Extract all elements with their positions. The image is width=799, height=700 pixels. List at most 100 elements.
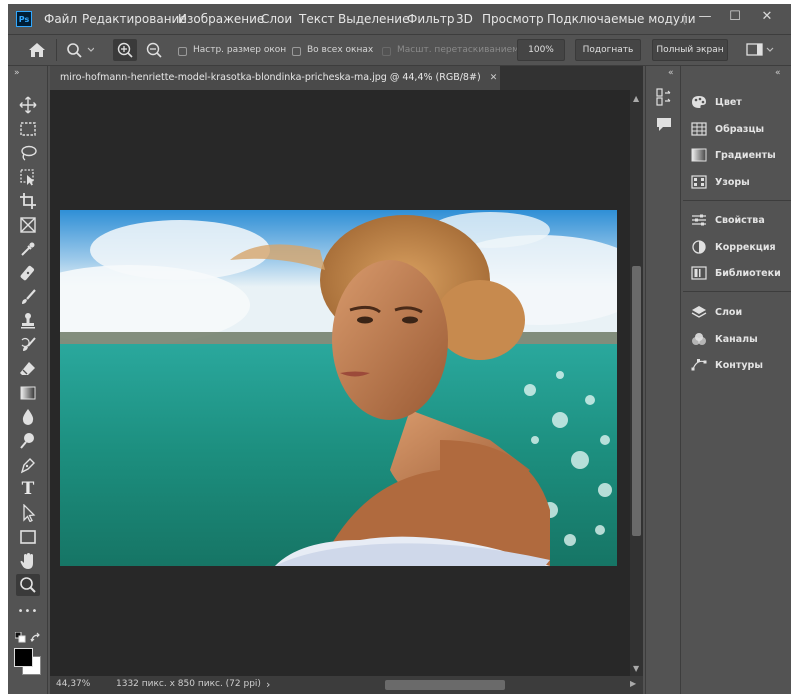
horizontal-scroll-thumb[interactable] (385, 680, 505, 690)
eraser-icon[interactable] (16, 358, 40, 380)
menu-select[interactable]: Выделение (338, 12, 409, 26)
toolbar-collapse-icon[interactable]: » (14, 68, 19, 78)
scroll-up-icon[interactable]: ▲ (633, 94, 639, 103)
crop-icon[interactable] (16, 190, 40, 212)
menu-type[interactable]: Текст (299, 12, 335, 26)
iconstrip-collapse-icon[interactable]: « (668, 68, 673, 78)
default-colors-icon[interactable] (14, 631, 27, 647)
workspace-icon[interactable] (746, 43, 774, 60)
resize-windows-checkbox[interactable] (178, 47, 187, 56)
vertical-scroll-thumb[interactable] (632, 266, 641, 536)
zoom-tool-preset-icon[interactable] (66, 42, 95, 61)
menu-edit[interactable]: Редактирование (82, 12, 187, 26)
panel-collapse-icon[interactable]: « (775, 68, 780, 78)
eyedropper-icon[interactable] (16, 238, 40, 260)
layers-icon (691, 306, 707, 318)
menu-layers[interactable]: Слои (261, 12, 292, 26)
menu-3d[interactable]: 3D (456, 12, 473, 26)
panels-dock: « Цвет Образцы Градиенты Узоры Свойства … (683, 66, 791, 694)
marquee-icon[interactable] (16, 118, 40, 140)
canvas[interactable] (50, 90, 630, 676)
maximize-button[interactable]: ☐ (724, 7, 746, 27)
panel-layers-label: Слои (715, 306, 743, 318)
panel-channels-label: Каналы (715, 333, 758, 345)
zoom-in-mode-button[interactable] (113, 39, 137, 61)
patterns-icon (691, 175, 707, 189)
type-icon[interactable]: T (16, 478, 40, 500)
panel-swatches[interactable]: Образцы (691, 120, 791, 138)
frame-icon[interactable] (16, 214, 40, 236)
menu-view[interactable]: Просмотр (482, 12, 544, 26)
fill-screen-button[interactable]: Полный экран (652, 39, 728, 61)
panel-layers[interactable]: Слои (691, 303, 791, 321)
healing-brush-icon[interactable] (16, 262, 40, 284)
color-palette-icon (692, 96, 706, 108)
document-area: miro-hofmann-henriette-model-krasotka-bl… (50, 66, 643, 694)
panel-color[interactable]: Цвет (691, 93, 791, 111)
zoom-100-button[interactable]: 100% (517, 39, 565, 61)
panel-gradients[interactable]: Градиенты (691, 146, 791, 164)
swap-colors-icon[interactable] (30, 632, 42, 647)
panel-swatches-label: Образцы (715, 123, 765, 135)
resize-windows-label: Настр. размер окон (193, 45, 287, 55)
zoom-out-mode-button[interactable] (142, 39, 166, 61)
menu-filter[interactable]: Фильтр (407, 12, 454, 26)
panel-gradients-label: Градиенты (715, 149, 776, 161)
document-tab[interactable]: miro-hofmann-henriette-model-krasotka-bl… (50, 66, 500, 90)
dodge-icon[interactable] (16, 430, 40, 452)
properties-sliders-icon (692, 214, 706, 226)
vertical-scrollbar[interactable]: ▲ ▼ (630, 90, 643, 676)
all-windows-checkbox[interactable] (292, 47, 301, 56)
menu-image[interactable]: Изображение (178, 12, 264, 26)
document-tab-title: miro-hofmann-henriette-model-krasotka-bl… (60, 72, 481, 83)
hand-icon[interactable] (16, 550, 40, 572)
gradients-icon (691, 148, 707, 162)
document-image (60, 210, 617, 566)
object-select-icon[interactable] (16, 166, 40, 188)
rectangle-icon[interactable] (16, 526, 40, 548)
comments-panel-icon[interactable] (656, 116, 672, 135)
lasso-icon[interactable] (16, 142, 40, 164)
menu-file[interactable]: Файл (44, 12, 77, 26)
panel-adjustments[interactable]: Коррекция (691, 238, 791, 256)
panel-channels[interactable]: Каналы (691, 330, 791, 348)
status-menu-icon[interactable]: › (266, 678, 270, 691)
close-tab-icon[interactable]: ✕ (490, 73, 498, 83)
scroll-right-icon[interactable]: ▶ (630, 679, 636, 688)
pen-icon[interactable] (16, 454, 40, 476)
history-panel-icon[interactable] (656, 88, 672, 109)
tools-panel: » T ••• (8, 66, 48, 694)
panel-properties[interactable]: Свойства (691, 211, 791, 229)
move-icon[interactable] (16, 94, 40, 116)
minimize-button[interactable]: — (694, 7, 716, 27)
menu-overflow[interactable]: ( (682, 12, 687, 26)
collapsed-panel-strip: « (645, 66, 681, 694)
more-tools-icon[interactable]: ••• (16, 600, 40, 622)
scrubby-zoom-checkbox[interactable] (382, 47, 391, 56)
history-brush-icon[interactable] (16, 334, 40, 356)
zoom-icon[interactable] (16, 574, 40, 596)
path-select-icon[interactable] (16, 502, 40, 524)
panel-paths-label: Контуры (715, 359, 763, 371)
panel-paths[interactable]: Контуры (691, 356, 791, 374)
panel-libraries[interactable]: Библиотеки (691, 264, 791, 282)
close-button[interactable]: ✕ (756, 7, 778, 27)
blur-icon[interactable] (16, 406, 40, 428)
home-icon[interactable] (28, 42, 46, 61)
panel-color-label: Цвет (715, 96, 742, 108)
clone-stamp-icon[interactable] (16, 310, 40, 332)
foreground-color-swatch[interactable] (14, 648, 33, 667)
panel-adjustments-label: Коррекция (715, 241, 776, 253)
libraries-icon (691, 266, 707, 280)
scroll-down-icon[interactable]: ▼ (633, 664, 639, 673)
gradient-icon[interactable] (16, 382, 40, 404)
more-tools-glyph: ••• (17, 605, 39, 617)
brush-icon[interactable] (16, 286, 40, 308)
menu-bar: Ps Файл Редактирование Изображение Слои … (8, 4, 791, 34)
zoom-level[interactable]: 44,37% (56, 679, 90, 689)
fit-screen-button[interactable]: Подогнать (575, 39, 641, 61)
type-tool-glyph: T (21, 479, 35, 499)
menu-plugins[interactable]: Подключаемые модули (547, 12, 696, 26)
document-info: 1332 пикс. x 850 пикс. (72 ppi) (116, 679, 261, 689)
panel-patterns[interactable]: Узоры (691, 173, 791, 191)
